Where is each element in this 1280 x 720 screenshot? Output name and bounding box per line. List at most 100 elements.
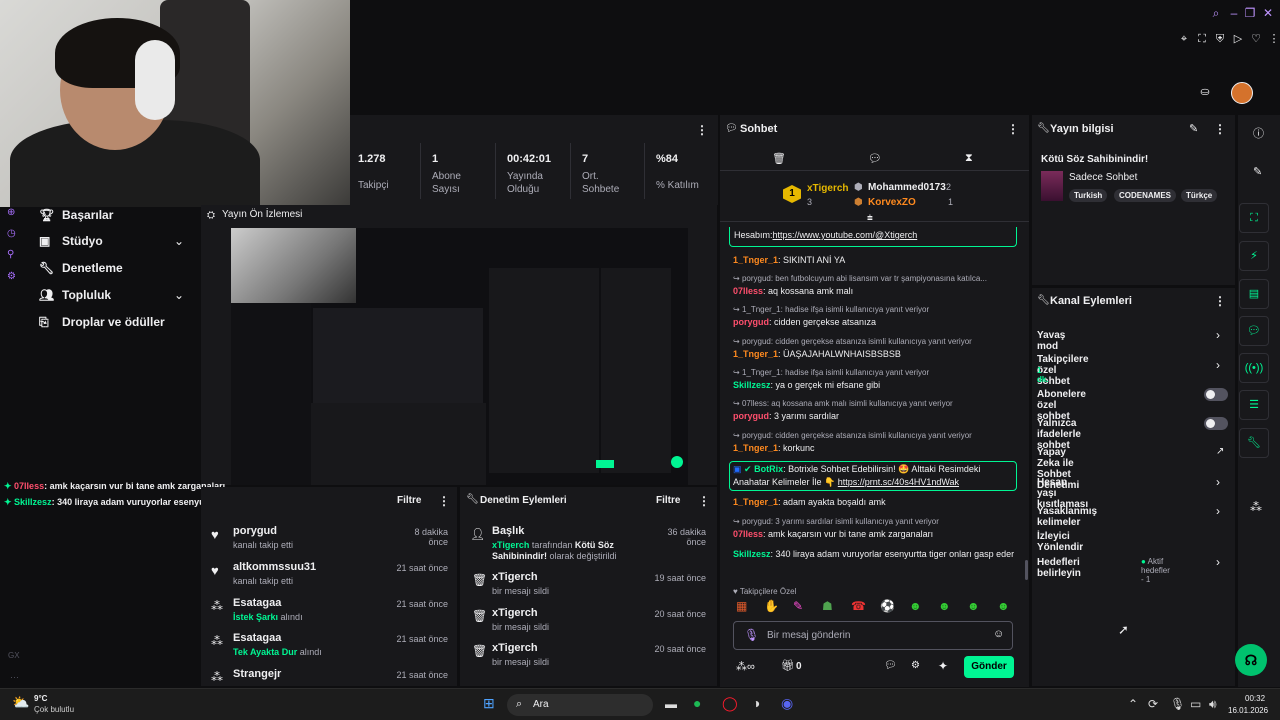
info-icon[interactable]: ⓘ <box>1253 125 1264 141</box>
emote-icon[interactable]: ✎ <box>793 599 803 613</box>
chat-user[interactable]: BotRix <box>754 464 783 474</box>
taskbar-search[interactable]: ⌕ Ara <box>507 694 653 716</box>
chat-scrollbar[interactable] <box>1025 560 1028 580</box>
search-icon[interactable]: ⌕ <box>1209 6 1223 20</box>
plus-icon[interactable]: ⊕ <box>7 207 15 218</box>
clipboard-icon[interactable]: ▤ <box>1239 279 1269 309</box>
chevron-right-icon[interactable]: › <box>1216 328 1220 342</box>
windows-start-icon[interactable]: ⊞ <box>483 695 495 712</box>
trash-icon[interactable]: 🗑︎ <box>772 152 786 165</box>
app-icon[interactable]: ◑ <box>752 695 760 711</box>
chat-user[interactable]: 1_Tnger_1 <box>733 497 778 507</box>
spotify-icon[interactable]: ● <box>693 695 701 711</box>
points-icon[interactable]: ⁂∞ <box>736 660 755 673</box>
activity-user[interactable]: Strangejr <box>233 668 403 680</box>
tag[interactable]: CODENAMES <box>1114 189 1177 202</box>
crop-icon[interactable]: ⛶ <box>1239 203 1269 233</box>
chat-icon[interactable]: 💬︎ <box>868 152 882 165</box>
more-icon[interactable]: ··· <box>10 672 19 682</box>
stream-manager-icon[interactable]: ⛀ <box>1198 85 1212 99</box>
action-banned-words[interactable]: Yasaklanmış kelimeler <box>1037 506 1097 528</box>
link-icon[interactable]: ⚲ <box>7 249 14 260</box>
emoji-icon[interactable]: ☺ <box>993 628 1004 640</box>
broadcast-icon[interactable]: ((•)) <box>1239 353 1269 383</box>
chat-input[interactable]: 🎙︎ Bir mesaj gönderin ☺ <box>733 621 1013 650</box>
chat-user[interactable]: 1_Tnger_1 <box>733 349 778 359</box>
pinned-link[interactable]: https://www.youtube.com/@Xtigerch <box>773 230 918 240</box>
gift-icon[interactable]: 🎁︎ <box>781 659 795 672</box>
channel-actions-more-icon[interactable]: ⋮ <box>1214 294 1226 308</box>
moderation-filter-button[interactable]: Filtre <box>656 495 680 506</box>
emote-only-toggle[interactable] <box>1204 417 1228 430</box>
stats-more-icon[interactable]: ⋮ <box>696 123 708 137</box>
action-slow-mode[interactable]: Yavaş mod <box>1037 330 1065 352</box>
file-explorer-icon[interactable]: ▬ <box>665 697 677 711</box>
more-vertical-icon[interactable]: ⋮ <box>1267 32 1280 46</box>
pencil-icon[interactable]: ✎ <box>1253 165 1262 178</box>
nav-achievements[interactable]: 🏆︎ Başarılar <box>39 208 113 222</box>
nav-moderation[interactable]: 🔧︎ Denetleme <box>39 261 123 275</box>
lightning-icon[interactable]: ⚡︎ <box>1239 241 1269 271</box>
chat-user[interactable]: 07lless <box>733 286 763 296</box>
stream-info-more-icon[interactable]: ⋮ <box>1214 122 1226 136</box>
nav-drops[interactable]: ⎘ Droplar ve ödüller <box>39 315 165 329</box>
chevron-right-icon[interactable]: › <box>1216 504 1220 518</box>
emote-icon[interactable]: ▦ <box>736 599 747 613</box>
close-icon[interactable]: ✕ <box>1261 6 1275 20</box>
clock-icon[interactable]: ◷ <box>7 228 16 239</box>
nav-studio[interactable]: ▣ Stüdyo <box>39 234 103 248</box>
hourglass-icon[interactable]: ⧗ <box>965 152 973 165</box>
emote-icon[interactable]: ☎ <box>851 599 866 613</box>
chat-user[interactable]: 07lless <box>733 529 763 539</box>
microphone-icon[interactable]: 🎙︎ <box>1170 697 1185 711</box>
sub-only-toggle[interactable] <box>1204 388 1228 401</box>
stream-preview-video[interactable] <box>231 228 688 485</box>
chevron-right-icon[interactable]: › <box>1216 358 1220 372</box>
settings-icon[interactable]: ⚙ <box>911 660 920 671</box>
emote-icon[interactable]: ✋ <box>764 599 779 613</box>
chat-user[interactable]: 1_Tnger_1 <box>733 255 778 265</box>
chat-icon[interactable]: 💬︎ <box>1239 316 1269 346</box>
chat-bubble-icon[interactable]: 💬︎ <box>884 660 897 671</box>
play-icon[interactable]: ▷ <box>1231 32 1245 46</box>
chevron-right-icon[interactable]: › <box>1216 555 1220 569</box>
tag[interactable]: Türkçe <box>1181 189 1218 202</box>
pin-icon[interactable]: ⌖ <box>1177 32 1191 46</box>
stream-category[interactable]: Sadece Sohbet <box>1069 172 1137 183</box>
chat-more-icon[interactable]: ⋮ <box>1007 122 1019 136</box>
chevron-down-icon[interactable]: ⌄ <box>174 234 184 248</box>
clock-date[interactable]: 16.01.2026 <box>1228 706 1268 715</box>
help-icon[interactable]: ☊ <box>1235 644 1267 676</box>
bot-link[interactable]: https://prnt.sc/40s4HV1ndWak <box>838 477 959 487</box>
layout-icon[interactable]: ☰ <box>1239 390 1269 420</box>
edit-icon[interactable]: ✎ <box>1189 122 1198 135</box>
emote-icon[interactable]: ☻ <box>909 599 922 613</box>
tag[interactable]: Turkish <box>1069 189 1108 202</box>
emote-icon[interactable]: ☻ <box>967 599 980 613</box>
chat-user[interactable]: Skillzesz <box>733 549 771 559</box>
sync-icon[interactable]: ⟳ <box>1148 697 1158 711</box>
puzzle-icon[interactable]: ✦ <box>938 659 948 673</box>
emote-icon[interactable]: ☻ <box>997 599 1010 613</box>
crop-icon[interactable]: ⛶ <box>1195 32 1209 46</box>
clock-time[interactable]: 00:32 <box>1245 694 1265 703</box>
moderation-more-icon[interactable]: ⋮ <box>698 494 710 508</box>
shield-icon[interactable]: ⛨ <box>1213 32 1227 46</box>
external-link-icon[interactable]: ↗ <box>1216 446 1224 457</box>
restore-icon[interactable]: ❐ <box>1243 6 1257 20</box>
nav-community[interactable]: 👥︎ Topluluk <box>39 288 111 302</box>
discord-icon[interactable]: ◉ <box>781 695 793 712</box>
emote-icon[interactable]: ⚽ <box>880 599 895 613</box>
activity-user[interactable]: Esatagaa <box>233 632 403 644</box>
heart-icon[interactable]: ♡ <box>1249 32 1263 46</box>
chevron-up-icon[interactable]: ⌃ <box>1128 697 1138 711</box>
emote-icon[interactable]: ☗ <box>822 599 833 613</box>
activity-filter-button[interactable]: Filtre <box>397 495 421 506</box>
points-icon[interactable]: ⁂ <box>1250 500 1262 514</box>
action-goals[interactable]: Hedefleri belirleyin <box>1037 557 1081 579</box>
chevron-right-icon[interactable]: › <box>1216 475 1220 489</box>
weather-icon[interactable]: ⛅ <box>12 694 29 711</box>
chat-user[interactable]: Skillzesz <box>733 380 771 390</box>
activity-more-icon[interactable]: ⋮ <box>438 494 450 508</box>
activity-user[interactable]: altkommssuu31 <box>233 561 403 573</box>
